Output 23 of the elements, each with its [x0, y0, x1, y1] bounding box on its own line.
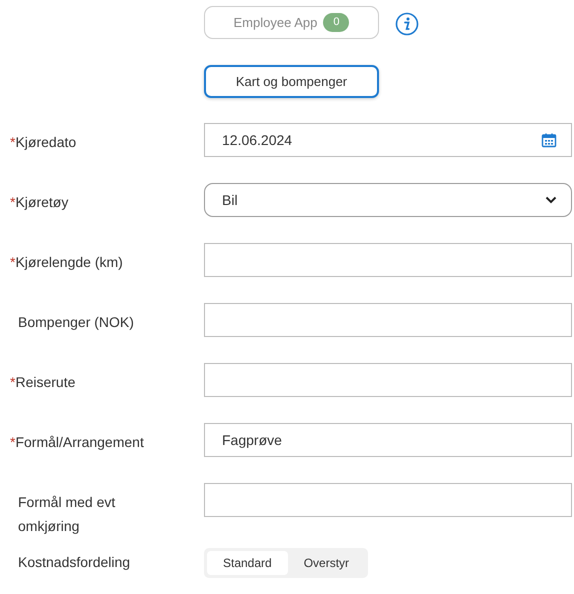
vehicle-dropdown[interactable]: Bil	[204, 183, 572, 217]
field-label: *Kjøredato	[9, 133, 78, 152]
count-badge: 0	[323, 13, 350, 32]
field-label: *Reiserute	[9, 373, 76, 392]
input-field[interactable]	[204, 243, 572, 277]
employee-app-button[interactable]: Employee App 0	[204, 6, 379, 39]
chevron-down-icon	[545, 196, 557, 204]
segment-tab[interactable]: Overstyr	[288, 551, 366, 575]
field-label: *Formål/Arrangement	[9, 433, 145, 452]
field-label: Bompenger (NOK)	[17, 313, 135, 332]
field-label: Kostnadsfordeling	[17, 553, 132, 572]
input-field[interactable]	[204, 303, 572, 337]
input-field[interactable]: Fagprøve	[204, 423, 572, 457]
map-tolls-button[interactable]: Kart og bompenger	[204, 65, 379, 98]
date-field[interactable]: 12.06.2024	[204, 123, 572, 157]
info-icon[interactable]	[395, 12, 419, 36]
field-label: *Kjørelengde (km)	[9, 253, 124, 272]
calendar-icon[interactable]	[541, 132, 557, 148]
input-field[interactable]	[204, 483, 572, 517]
field-label: *Kjøretøy	[9, 193, 70, 212]
input-field[interactable]	[204, 363, 572, 397]
field-label: Formål med evt omkjøring	[17, 493, 116, 536]
segment-tab[interactable]: Standard	[207, 551, 288, 575]
